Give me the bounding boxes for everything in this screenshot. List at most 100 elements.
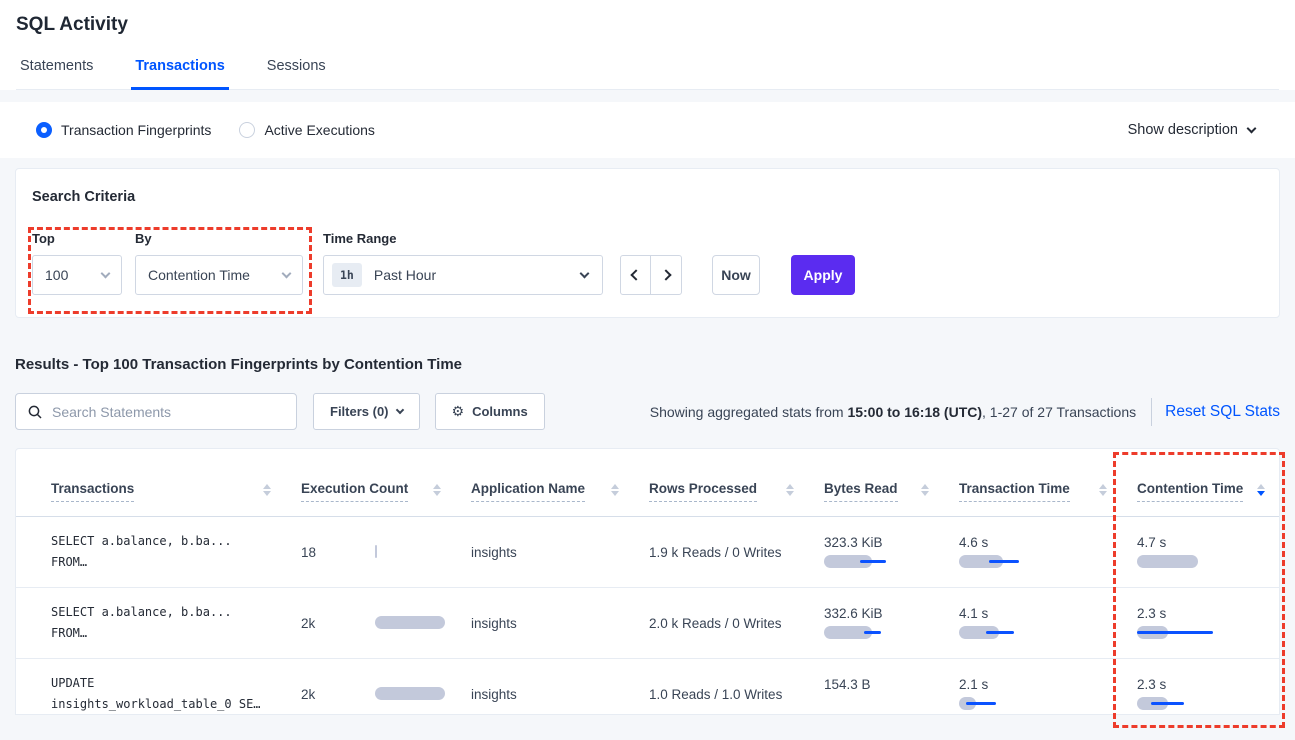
table-row[interactable]: SELECT a.balance, b.ba... FROM… 18 insig… bbox=[16, 517, 1279, 588]
transaction-time-cell: 4.1 s bbox=[959, 606, 1137, 640]
column-header-transactions[interactable]: Transactions bbox=[51, 481, 301, 516]
chevron-down-icon bbox=[395, 405, 403, 413]
bar-chart bbox=[375, 545, 447, 559]
by-label: By bbox=[135, 231, 303, 246]
radio-unselected-icon[interactable] bbox=[239, 122, 255, 138]
show-description-toggle[interactable]: Show description bbox=[1128, 122, 1255, 138]
radio-label: Transaction Fingerprints bbox=[61, 122, 211, 138]
column-header-rows-processed[interactable]: Rows Processed bbox=[649, 481, 824, 516]
execution-count-cell: 2k bbox=[301, 687, 471, 702]
aggregated-stats-text: Showing aggregated stats from 15:00 to 1… bbox=[650, 404, 1136, 420]
page-header: SQL Activity Statements Transactions Ses… bbox=[0, 0, 1295, 90]
now-button[interactable]: Now bbox=[712, 255, 760, 295]
sort-icon[interactable] bbox=[921, 484, 929, 496]
by-field: By Contention Time bbox=[135, 231, 303, 295]
time-range-badge: 1h bbox=[332, 263, 362, 287]
filters-button[interactable]: Filters (0) bbox=[313, 393, 420, 430]
bar-chart bbox=[1137, 697, 1279, 711]
gear-icon: ⚙ bbox=[452, 404, 465, 420]
time-range-label: Time Range bbox=[323, 231, 603, 246]
radio-selected-icon[interactable] bbox=[36, 122, 52, 138]
column-header-application-name[interactable]: Application Name bbox=[471, 481, 649, 516]
bar-chart bbox=[1137, 555, 1279, 569]
next-time-button[interactable] bbox=[651, 256, 681, 294]
top-select-value: 100 bbox=[45, 267, 68, 283]
page-title: SQL Activity bbox=[16, 14, 1279, 36]
chevron-left-icon bbox=[630, 269, 641, 280]
chevron-down-icon bbox=[580, 268, 590, 278]
by-select-value: Contention Time bbox=[148, 267, 250, 283]
time-range-field: Time Range 1h Past Hour bbox=[323, 231, 603, 295]
bar-chart bbox=[824, 626, 959, 640]
execution-count-cell: 2k bbox=[301, 616, 471, 631]
by-select[interactable]: Contention Time bbox=[135, 255, 303, 295]
table-row[interactable]: UPDATE insights_workload_table_0 SE… 2k … bbox=[16, 659, 1279, 715]
bytes-read-cell: 323.3 KiB bbox=[824, 535, 959, 569]
bar-chart bbox=[959, 697, 1137, 711]
radio-active-executions[interactable]: Active Executions bbox=[239, 122, 375, 138]
tab-bar: Statements Transactions Sessions bbox=[16, 58, 1279, 90]
time-range-pager bbox=[620, 255, 682, 295]
bytes-read-cell: 154.3 B bbox=[824, 677, 959, 711]
search-criteria-panel: Search Criteria Top 100 By Contention Ti… bbox=[15, 168, 1280, 318]
top-select[interactable]: 100 bbox=[32, 255, 122, 295]
top-field: Top 100 bbox=[32, 231, 122, 295]
columns-label: Columns bbox=[472, 404, 528, 419]
column-header-execution-count[interactable]: Execution Count bbox=[301, 481, 471, 516]
vertical-divider bbox=[1151, 398, 1152, 426]
search-criteria-heading: Search Criteria bbox=[32, 189, 1263, 205]
transaction-fingerprint-link[interactable]: SELECT a.balance, b.ba... FROM… bbox=[51, 602, 301, 644]
table-row[interactable]: SELECT a.balance, b.ba... FROM… 2k insig… bbox=[16, 588, 1279, 659]
bar-chart bbox=[959, 555, 1137, 569]
tab-sessions[interactable]: Sessions bbox=[263, 58, 330, 89]
bar-chart bbox=[1137, 626, 1279, 640]
previous-time-button[interactable] bbox=[621, 256, 651, 294]
search-statements-box[interactable] bbox=[15, 393, 297, 430]
bytes-read-cell: 332.6 KiB bbox=[824, 606, 959, 640]
columns-button[interactable]: ⚙ Columns bbox=[435, 393, 545, 430]
radio-transaction-fingerprints[interactable]: Transaction Fingerprints bbox=[36, 122, 211, 138]
search-criteria-form: Top 100 By Contention Time Time Range 1h… bbox=[32, 231, 1263, 295]
rows-processed-cell: 1.9 k Reads / 0 Writes bbox=[649, 545, 824, 560]
contention-time-cell: 2.3 s bbox=[1137, 606, 1279, 640]
chevron-down-icon bbox=[101, 268, 111, 278]
tab-statements[interactable]: Statements bbox=[16, 58, 97, 89]
results-toolbar: Filters (0) ⚙ Columns Showing aggregated… bbox=[15, 393, 1280, 430]
view-toggle-bar: Transaction Fingerprints Active Executio… bbox=[0, 102, 1295, 158]
rows-processed-cell: 2.0 k Reads / 0 Writes bbox=[649, 616, 824, 631]
bar-chart bbox=[375, 616, 447, 630]
sort-icon[interactable] bbox=[433, 484, 441, 496]
show-description-label: Show description bbox=[1128, 122, 1238, 138]
transaction-fingerprint-link[interactable]: SELECT a.balance, b.ba... FROM… bbox=[51, 531, 301, 573]
sort-icon[interactable] bbox=[1099, 484, 1107, 496]
chevron-right-icon bbox=[660, 269, 671, 280]
column-header-contention-time[interactable]: Contention Time bbox=[1137, 481, 1279, 516]
table-header-row: Transactions Execution Count Application… bbox=[16, 449, 1279, 517]
top-label: Top bbox=[32, 231, 122, 246]
time-range-select[interactable]: 1h Past Hour bbox=[323, 255, 603, 295]
sort-icon[interactable] bbox=[786, 484, 794, 496]
results-heading: Results - Top 100 Transaction Fingerprin… bbox=[15, 356, 1280, 373]
transaction-time-cell: 4.6 s bbox=[959, 535, 1137, 569]
time-range-value: Past Hour bbox=[374, 267, 436, 283]
application-name-cell: insights bbox=[471, 545, 649, 560]
sort-icon[interactable] bbox=[611, 484, 619, 496]
sort-icon-active-desc[interactable] bbox=[1257, 484, 1265, 496]
toolbar-right: Showing aggregated stats from 15:00 to 1… bbox=[650, 398, 1280, 426]
sql-activity-page: SQL Activity Statements Transactions Ses… bbox=[0, 0, 1295, 740]
transaction-fingerprint-link[interactable]: UPDATE insights_workload_table_0 SE… bbox=[51, 673, 301, 715]
reset-sql-stats-link[interactable]: Reset SQL Stats bbox=[1165, 403, 1280, 421]
chevron-down-icon bbox=[1247, 123, 1257, 133]
apply-button[interactable]: Apply bbox=[791, 255, 855, 295]
bar-chart bbox=[375, 687, 447, 701]
search-statements-input[interactable] bbox=[52, 404, 272, 420]
column-header-bytes-read[interactable]: Bytes Read bbox=[824, 481, 959, 516]
bar-chart bbox=[824, 555, 959, 569]
tab-transactions[interactable]: Transactions bbox=[131, 58, 228, 90]
column-header-transaction-time[interactable]: Transaction Time bbox=[959, 481, 1137, 516]
bar-chart bbox=[959, 626, 1137, 640]
transactions-table: Transactions Execution Count Application… bbox=[15, 448, 1280, 715]
filters-label: Filters (0) bbox=[330, 404, 389, 419]
sort-icon[interactable] bbox=[263, 484, 271, 496]
application-name-cell: insights bbox=[471, 616, 649, 631]
